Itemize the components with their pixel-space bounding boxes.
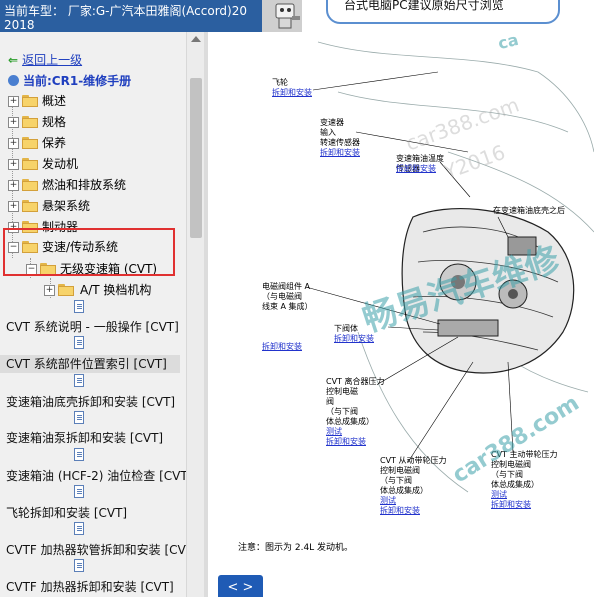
- folder-icon: [58, 284, 74, 296]
- leaf-heater-hose[interactable]: CVTF 加热器软管拆卸和安装 [CVT]: [6, 541, 186, 559]
- folder-icon: [22, 158, 38, 170]
- link-cvt-clutch-remove[interactable]: 拆卸和安装: [326, 437, 366, 447]
- leaf-heater[interactable]: CVTF 加热器拆卸和安装 [CVT]: [6, 578, 174, 596]
- leaf-oil-pan[interactable]: 变速箱油底壳拆卸和安装 [CVT]: [6, 393, 175, 411]
- tree-item-maintenance[interactable]: + 保养: [0, 133, 186, 153]
- folder-icon: [22, 137, 38, 149]
- tree-item-label: A/T 换档机构: [80, 283, 152, 297]
- link-cvt-driven-check[interactable]: 测试: [380, 496, 396, 506]
- back-link[interactable]: ⇐ 返回上一级: [8, 51, 82, 68]
- tree-item-label: 规格: [42, 115, 67, 129]
- banner: 台式电脑PC建议原始尺寸浏览: [302, 0, 594, 32]
- label-speed-sensor: 变速器 输入 转速传感器: [320, 118, 360, 147]
- mascot-icon: [275, 3, 300, 29]
- folder-icon: [22, 95, 38, 107]
- vehicle-title: 当前车型： 厂家:G-广汽本田雅阁(Accord)20 2018: [4, 4, 247, 32]
- label-cvt-driven-solenoid: CVT 从动带轮压力 控制电磁阀 （与下阀 体总成集成）: [380, 456, 447, 495]
- tree-item-label: 保养: [42, 136, 67, 150]
- document-icon: [74, 374, 84, 387]
- tree-item-engine[interactable]: + 发动机: [0, 154, 186, 174]
- link-oil-temp-sensor[interactable]: 拆卸和安装: [396, 164, 436, 174]
- leaf-oil-pump[interactable]: 变速箱油泵拆卸和安装 [CVT]: [6, 429, 163, 447]
- tree-item-specs[interactable]: + 规格: [0, 112, 186, 132]
- manual-icon: [8, 75, 19, 86]
- scroll-up-icon[interactable]: [191, 36, 201, 42]
- tree-item-fuel[interactable]: + 燃油和排放系统: [0, 175, 186, 195]
- label-flywheel: 飞轮: [272, 78, 288, 87]
- header-bar: 当前车型： 厂家:G-广汽本田雅阁(Accord)20 2018: [0, 0, 262, 32]
- expand-icon[interactable]: +: [44, 285, 55, 296]
- leaf-cvt-description[interactable]: CVT 系统说明 - 一般操作 [CVT]: [6, 318, 179, 336]
- scrollbar-thumb[interactable]: [190, 78, 202, 238]
- folder-icon: [22, 116, 38, 128]
- expand-icon[interactable]: +: [8, 138, 19, 149]
- document-icon: [74, 336, 84, 349]
- link-cvt-clutch-check[interactable]: 测试: [326, 427, 342, 437]
- link-solenoid-a[interactable]: 拆卸和安装: [262, 342, 302, 352]
- folder-icon: [22, 200, 38, 212]
- diagram-note: 注意：图示为 2.4L 发动机。: [238, 543, 354, 553]
- label-solenoid-a: 电磁阀组件 A （与电磁阀 线束 A 集成）: [262, 282, 313, 311]
- document-icon: [74, 448, 84, 461]
- expand-icon[interactable]: +: [8, 117, 19, 128]
- expand-icon[interactable]: +: [8, 96, 19, 107]
- link-flywheel[interactable]: 拆卸和安装: [272, 88, 312, 98]
- diagram-pane: 飞轮 拆卸和安装 变速器 输入 转速传感器 拆卸和安装 变速箱油温度 传感器 拆…: [208, 32, 594, 597]
- current-manual: 当前:CR1-维修手册: [8, 72, 131, 89]
- document-icon: [74, 300, 84, 313]
- expand-icon[interactable]: +: [8, 180, 19, 191]
- tree-item-suspension[interactable]: + 悬架系统: [0, 196, 186, 216]
- link-cvt-driven-remove[interactable]: 拆卸和安装: [380, 506, 420, 516]
- leaf-cvt-component-index[interactable]: CVT 系统部件位置索引 [CVT]: [0, 355, 180, 373]
- back-link-label: 返回上一级: [22, 53, 83, 67]
- tree-item-label: 发动机: [42, 157, 79, 171]
- tree-item-at-shift[interactable]: + A/T 换档机构: [0, 280, 186, 300]
- link-cvt-drive-remove[interactable]: 拆卸和安装: [491, 500, 531, 510]
- label-lower-valve: 下阀体: [334, 324, 358, 333]
- navigation-tree: ⇐ 返回上一级 当前:CR1-维修手册 + 概述 + 规格 + 保养 + 发动机 …: [0, 32, 186, 597]
- label-behind-oil-pan: 在变速箱油底壳之后: [493, 206, 565, 215]
- banner-text: 台式电脑PC建议原始尺寸浏览: [344, 0, 504, 12]
- document-icon: [74, 522, 84, 535]
- document-icon: [74, 411, 84, 424]
- document-icon: [74, 485, 84, 498]
- leaf-oil-level[interactable]: 变速箱油 (HCF-2) 油位检查 [CVT]: [6, 467, 186, 485]
- folder-icon: [22, 179, 38, 191]
- tree-item-overview[interactable]: + 概述: [0, 91, 186, 111]
- tree-scrollbar[interactable]: [186, 32, 205, 597]
- expand-icon[interactable]: +: [8, 201, 19, 212]
- tree-item-label: 燃油和排放系统: [42, 178, 127, 192]
- page-nav-button[interactable]: < >: [218, 575, 263, 597]
- current-manual-label: 当前:CR1-维修手册: [23, 74, 132, 88]
- link-cvt-drive-check[interactable]: 测试: [491, 490, 507, 500]
- tree-item-label: 概述: [42, 94, 67, 108]
- link-speed-sensor[interactable]: 拆卸和安装: [320, 148, 360, 158]
- selection-highlight-box: [3, 228, 175, 276]
- leaf-flywheel[interactable]: 飞轮拆卸和安装 [CVT]: [6, 504, 127, 522]
- label-cvt-clutch-solenoid: CVT 离合器压力 控制电磁 阀 （与下阀 体总成集成）: [326, 377, 385, 426]
- tree-item-label: 悬架系统: [42, 199, 91, 213]
- back-arrow-icon: ⇐: [8, 53, 19, 67]
- expand-icon[interactable]: +: [8, 159, 19, 170]
- document-icon: [74, 559, 84, 572]
